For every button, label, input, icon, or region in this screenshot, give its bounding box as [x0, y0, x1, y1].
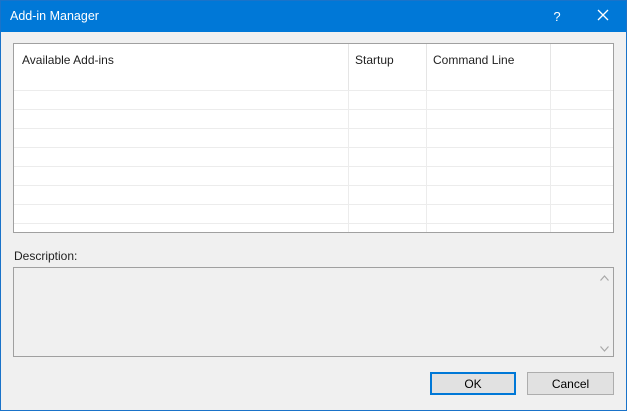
window-title: Add-in Manager: [10, 9, 99, 23]
list-item[interactable]: [14, 128, 613, 148]
column-header-command-line[interactable]: Command Line: [427, 44, 551, 90]
scroll-down-button[interactable]: [596, 339, 613, 356]
list-cell: [349, 224, 427, 232]
list-cell: [427, 110, 551, 129]
scroll-up-button[interactable]: [596, 268, 613, 285]
column-header-startup[interactable]: Startup: [349, 44, 427, 90]
add-in-manager-dialog: Add-in Manager ? Available Add-ins Start…: [0, 0, 627, 411]
list-cell: [349, 167, 427, 186]
list-cell: [14, 110, 349, 129]
list-cell: [14, 167, 349, 186]
column-header-empty[interactable]: [551, 44, 613, 90]
description-label: Description:: [14, 249, 78, 263]
list-cell: [349, 91, 427, 110]
help-icon: ?: [553, 9, 561, 24]
list-item[interactable]: [14, 166, 613, 186]
list-item[interactable]: [14, 109, 613, 129]
list-cell: [427, 224, 551, 232]
list-item[interactable]: [14, 90, 613, 110]
chevron-up-icon: [600, 270, 609, 284]
list-cell: [427, 148, 551, 167]
list-cell: [14, 148, 349, 167]
list-item[interactable]: [14, 185, 613, 205]
column-header-available-addins[interactable]: Available Add-ins: [14, 44, 349, 90]
ok-button[interactable]: OK: [430, 372, 516, 395]
list-cell: [349, 186, 427, 205]
list-item[interactable]: [14, 223, 613, 232]
list-cell: [14, 186, 349, 205]
close-button[interactable]: [580, 1, 626, 32]
help-button[interactable]: ?: [534, 1, 580, 32]
cancel-button[interactable]: Cancel: [527, 372, 614, 395]
list-cell: [349, 110, 427, 129]
list-cell: [427, 167, 551, 186]
list-cell: [427, 129, 551, 148]
list-cell: [14, 91, 349, 110]
title-bar[interactable]: Add-in Manager ?: [1, 1, 626, 32]
list-item[interactable]: [14, 147, 613, 167]
list-cell: [427, 205, 551, 224]
list-cell: [14, 129, 349, 148]
description-box[interactable]: [13, 267, 614, 357]
list-cell: [14, 224, 349, 232]
chevron-down-icon: [600, 341, 609, 355]
list-cell: [349, 148, 427, 167]
list-item[interactable]: [14, 204, 613, 224]
close-icon: [597, 9, 609, 24]
list-cell: [14, 205, 349, 224]
list-cell: [427, 91, 551, 110]
list-cell: [349, 205, 427, 224]
addins-list[interactable]: Available Add-ins Startup Command Line: [13, 43, 614, 233]
description-scrollbar[interactable]: [596, 268, 613, 356]
list-cell: [427, 186, 551, 205]
list-cell: [349, 129, 427, 148]
